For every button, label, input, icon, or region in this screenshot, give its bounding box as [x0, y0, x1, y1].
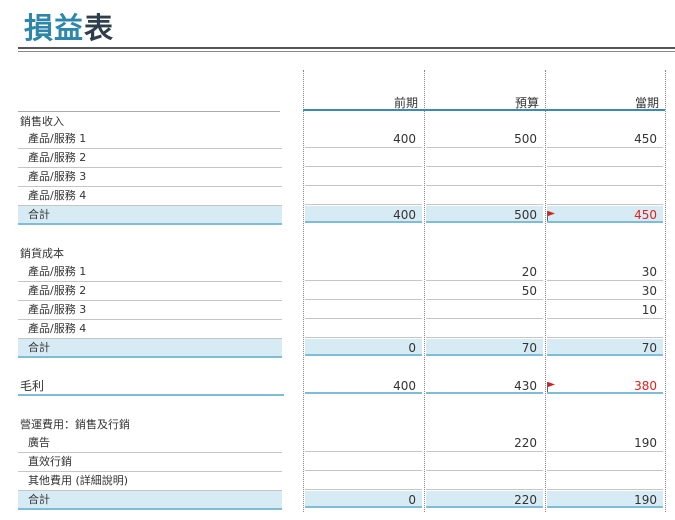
row-label: 產品/服務 3 — [18, 301, 282, 320]
row-label: 產品/服務 1 — [18, 263, 282, 282]
row-label: 產品/服務 2 — [18, 282, 282, 301]
row-label: 其他費用 (詳細說明) — [18, 472, 282, 491]
value-cell-current[interactable]: 70 — [547, 339, 663, 356]
value-cell-budget[interactable] — [426, 472, 543, 490]
row-label: 產品/服務 3 — [18, 168, 282, 187]
value-cell-budget[interactable]: 220 — [426, 491, 543, 508]
row-label: 產品/服務 4 — [18, 320, 282, 339]
table-row: 直效行銷 — [0, 453, 675, 472]
value-cell-budget[interactable]: 500 — [426, 130, 543, 148]
row-label: 直效行銷 — [18, 453, 282, 472]
value-cell-current[interactable] — [547, 472, 663, 490]
table-row: 產品/服務 2 50 30 — [0, 282, 675, 301]
row-label: 合計 — [18, 339, 282, 358]
value-cell-previous[interactable]: 400 — [305, 130, 422, 148]
value-cell-previous[interactable] — [305, 149, 422, 167]
value-cell-budget[interactable] — [426, 187, 543, 205]
value-cell-current[interactable]: 30 — [547, 282, 663, 300]
row-label: 毛利 — [18, 377, 284, 396]
value-cell-current[interactable] — [547, 320, 663, 338]
value-cell-budget[interactable]: 220 — [426, 434, 543, 452]
table-row: 產品/服務 3 — [0, 168, 675, 187]
table-row: 產品/服務 1 400 500 450 — [0, 130, 675, 149]
header-underline — [303, 109, 665, 111]
value-cell-current[interactable] — [547, 187, 663, 205]
total-row: 合計 0 220 190 — [0, 491, 675, 510]
value-cell-previous[interactable]: 400 — [305, 377, 422, 394]
value-cell-current[interactable]: 30 — [547, 263, 663, 281]
value-cell-current[interactable]: 450 — [547, 206, 663, 223]
value-cell-previous[interactable] — [305, 301, 422, 319]
row-label: 產品/服務 1 — [18, 130, 282, 149]
table-row: 產品/服務 1 20 30 — [0, 263, 675, 282]
value-cell-current[interactable] — [547, 453, 663, 471]
value-cell-previous[interactable]: 0 — [305, 339, 422, 356]
value-cell-current[interactable]: 190 — [547, 491, 663, 508]
value-cell-current[interactable]: 10 — [547, 301, 663, 319]
title-rest: 表 — [84, 11, 115, 45]
table-row: 產品/服務 2 — [0, 149, 675, 168]
value-cell-previous[interactable] — [305, 434, 422, 452]
value-cell-current[interactable] — [547, 149, 663, 167]
value-cell-previous[interactable] — [305, 282, 422, 300]
value-cell-budget[interactable] — [426, 320, 543, 338]
row-label: 產品/服務 2 — [18, 149, 282, 168]
value-cell-previous[interactable]: 400 — [305, 206, 422, 223]
value-cell-budget[interactable] — [426, 149, 543, 167]
row-label: 合計 — [18, 206, 282, 225]
value-cell-previous[interactable] — [305, 187, 422, 205]
title-rule-thin — [18, 51, 675, 52]
value-cell-budget[interactable] — [426, 168, 543, 186]
value-cell-current[interactable]: 380 — [547, 377, 663, 394]
total-row: 合計 0 70 70 — [0, 339, 675, 358]
table-row: 產品/服務 3 10 — [0, 301, 675, 320]
title-rule — [18, 47, 675, 49]
table-row: 產品/服務 4 — [0, 187, 675, 206]
value-cell-current[interactable]: 190 — [547, 434, 663, 452]
value-cell-previous[interactable] — [305, 320, 422, 338]
value-cell-previous[interactable] — [305, 472, 422, 490]
value-cell-budget[interactable]: 50 — [426, 282, 543, 300]
value-cell-budget[interactable]: 70 — [426, 339, 543, 356]
table-row: 廣告 220 190 — [0, 434, 675, 453]
flag-icon — [547, 211, 555, 221]
table-row: 其他費用 (詳細說明) — [0, 472, 675, 491]
header-base-line — [18, 111, 280, 112]
value-cell-budget[interactable]: 500 — [426, 206, 543, 223]
row-label: 產品/服務 4 — [18, 187, 282, 206]
total-row: 合計 400 500 450 — [0, 206, 675, 225]
gross-profit-row: 毛利 400 430 380 — [0, 377, 675, 396]
flag-icon — [547, 382, 555, 392]
section-header-revenue: 銷售收入 — [20, 115, 64, 128]
value-cell-budget[interactable]: 430 — [426, 377, 543, 394]
section-header-opex: 營運費用：銷售及行銷 — [20, 418, 130, 431]
value-cell-budget[interactable] — [426, 301, 543, 319]
section-header-cogs: 銷貨成本 — [20, 247, 64, 260]
value-cell-current[interactable] — [547, 168, 663, 186]
row-label: 廣告 — [18, 434, 282, 453]
title-accent: 損益 — [24, 11, 85, 45]
value-cell-previous[interactable] — [305, 453, 422, 471]
value-cell-budget[interactable] — [426, 453, 543, 471]
table-row: 產品/服務 4 — [0, 320, 675, 339]
value-cell-previous[interactable] — [305, 168, 422, 186]
value-cell-budget[interactable]: 20 — [426, 263, 543, 281]
value-cell-current[interactable]: 450 — [547, 130, 663, 148]
value-cell-previous[interactable]: 0 — [305, 491, 422, 508]
row-label: 合計 — [18, 491, 282, 510]
page-title: 損益表 — [24, 8, 114, 48]
value-cell-previous[interactable] — [305, 263, 422, 281]
